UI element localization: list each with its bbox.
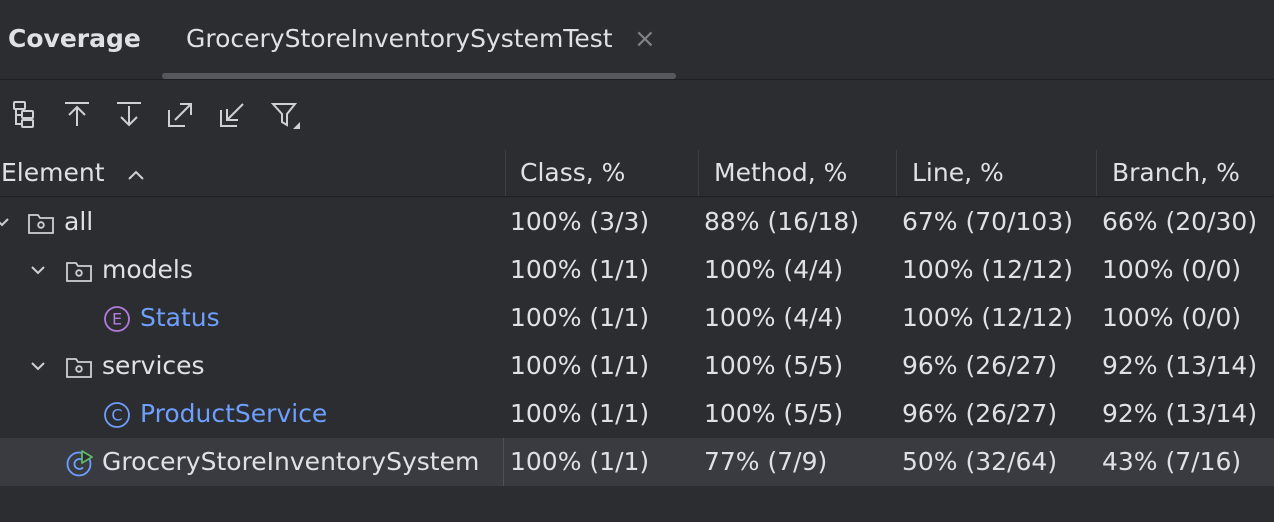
method-coverage: 77% (7/9) <box>704 447 828 476</box>
class-coverage: 100% (1/1) <box>510 351 650 380</box>
chevron-down-icon[interactable] <box>28 356 48 376</box>
class-icon: C <box>104 402 130 428</box>
filter-icon[interactable] <box>270 98 300 130</box>
enum-icon-letter: E <box>112 310 122 329</box>
method-coverage: 100% (4/4) <box>704 303 844 332</box>
line-coverage: 50% (32/64) <box>902 447 1058 476</box>
line-coverage: 67% (70/103) <box>902 207 1073 236</box>
class-coverage: 100% (1/1) <box>510 399 650 428</box>
package-folder-icon <box>66 262 92 282</box>
column-divider[interactable] <box>698 150 699 196</box>
branch-coverage: 100% (0/0) <box>1102 255 1242 284</box>
method-coverage: 88% (16/18) <box>704 207 860 236</box>
row-name: services <box>102 351 205 380</box>
line-coverage: 100% (12/12) <box>902 303 1073 332</box>
row-name: models <box>102 255 193 284</box>
column-class[interactable]: Class, % <box>520 148 625 196</box>
table-row[interactable]: models 100% (1/1) 100% (4/4) 100% (12/12… <box>0 246 1274 294</box>
column-divider[interactable] <box>505 150 506 196</box>
tab-coverage-suite[interactable]: GroceryStoreInventorySystemTest × <box>162 0 676 79</box>
export-icon[interactable] <box>166 98 196 130</box>
tab-active-indicator <box>162 73 676 79</box>
tree-flatten-icon[interactable] <box>10 98 40 130</box>
table-row[interactable]: E Status 100% (1/1) 100% (4/4) 100% (12/… <box>0 294 1274 342</box>
column-line[interactable]: Line, % <box>912 148 1004 196</box>
table-row[interactable]: all 100% (3/3) 88% (16/18) 67% (70/103) … <box>0 198 1274 246</box>
column-divider[interactable] <box>896 150 897 196</box>
table-row[interactable]: C ProductService 100% (1/1) 100% (5/5) 9… <box>0 390 1274 438</box>
line-coverage: 96% (26/27) <box>902 351 1058 380</box>
row-name: GroceryStoreInventorySystem <box>102 447 480 476</box>
method-coverage: 100% (5/5) <box>704 351 844 380</box>
sort-ascending-icon[interactable] <box>126 149 146 199</box>
table-header: Element Class, % Method, % Line, % Branc… <box>0 148 1274 197</box>
row-name[interactable]: Status <box>140 294 220 342</box>
class-coverage: 100% (1/1) <box>510 447 650 476</box>
chevron-down-icon[interactable] <box>0 212 12 232</box>
column-method[interactable]: Method, % <box>714 148 847 196</box>
branch-coverage: 92% (13/14) <box>1102 351 1258 380</box>
line-coverage: 96% (26/27) <box>902 399 1058 428</box>
table-row[interactable]: services 100% (1/1) 100% (5/5) 96% (26/2… <box>0 342 1274 390</box>
tab-bar: Coverage GroceryStoreInventorySystemTest… <box>0 0 1274 80</box>
navigate-down-icon[interactable] <box>114 98 144 130</box>
package-folder-icon <box>28 214 54 234</box>
branch-coverage: 43% (7/16) <box>1102 447 1242 476</box>
runnable-class-icon <box>66 450 93 477</box>
close-icon[interactable]: × <box>634 26 656 52</box>
package-folder-icon <box>66 358 92 378</box>
branch-coverage: 92% (13/14) <box>1102 399 1258 428</box>
branch-coverage: 66% (20/30) <box>1102 207 1258 236</box>
panel-title: Coverage <box>8 24 141 53</box>
tab-label: GroceryStoreInventorySystemTest <box>186 24 613 53</box>
class-coverage: 100% (1/1) <box>510 255 650 284</box>
method-coverage: 100% (5/5) <box>704 399 844 428</box>
line-coverage: 100% (12/12) <box>902 255 1073 284</box>
branch-coverage: 100% (0/0) <box>1102 303 1242 332</box>
column-divider <box>503 438 504 486</box>
method-coverage: 100% (4/4) <box>704 255 844 284</box>
chevron-down-icon[interactable] <box>28 260 48 280</box>
column-divider[interactable] <box>1096 150 1097 196</box>
column-element[interactable]: Element <box>1 148 146 196</box>
import-icon[interactable] <box>218 98 248 130</box>
class-coverage: 100% (1/1) <box>510 303 650 332</box>
table-row-selected[interactable]: GroceryStoreInventorySystem 100% (1/1) 7… <box>0 438 1274 486</box>
column-branch[interactable]: Branch, % <box>1112 148 1240 196</box>
navigate-up-icon[interactable] <box>62 98 92 130</box>
row-name: all <box>64 207 94 236</box>
column-element-label: Element <box>1 158 105 187</box>
enum-icon: E <box>104 306 130 332</box>
class-icon-letter: C <box>111 406 122 425</box>
class-coverage: 100% (3/3) <box>510 207 650 236</box>
toolbar <box>0 80 1274 148</box>
row-name[interactable]: ProductService <box>140 390 327 438</box>
